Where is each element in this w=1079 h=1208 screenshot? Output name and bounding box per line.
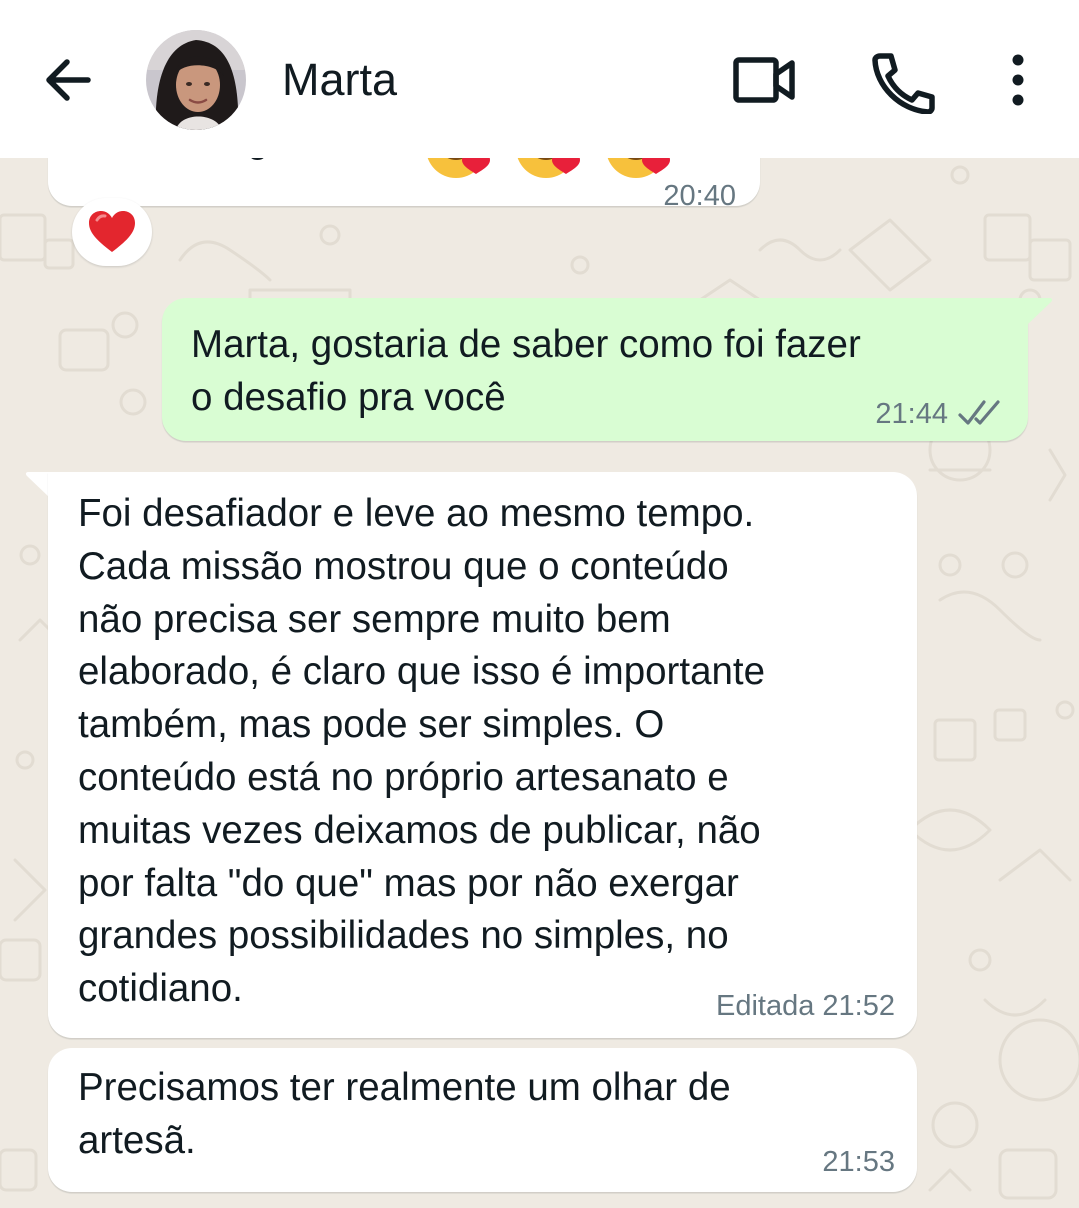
message-time: 20:40 xyxy=(663,180,736,212)
chat-header: Marta xyxy=(0,0,1079,158)
message-text: Marta, gostaria de saber como foi fazer … xyxy=(191,323,861,419)
reaction-badge[interactable] xyxy=(72,198,152,266)
voice-call-button[interactable] xyxy=(862,46,938,114)
message-bubble-outgoing[interactable]: Marta, gostaria de saber como foi fazer … xyxy=(162,298,1028,441)
message-time: 21:44 xyxy=(875,398,948,430)
video-call-button[interactable] xyxy=(726,50,802,110)
contact-name[interactable]: Marta xyxy=(282,52,397,108)
back-button[interactable] xyxy=(38,50,98,110)
bubble-tail xyxy=(1024,298,1053,324)
arrow-back-icon xyxy=(46,59,91,101)
message-meta: Editada 21:52 xyxy=(716,988,895,1024)
more-options-button[interactable] xyxy=(996,46,1040,114)
message-time: 21:53 xyxy=(822,1146,895,1178)
message-list[interactable]: Muito obrigada!!! 20:40 xyxy=(0,158,1079,1208)
message-text: Foi desafiador e leve ao mesmo tempo. Ca… xyxy=(78,492,766,1011)
smiling-face-with-hearts-emoji xyxy=(427,158,670,178)
message-bubble-incoming[interactable]: Foi desafiador e leve ao mesmo tempo. Ca… xyxy=(48,472,917,1038)
double-check-read-icon xyxy=(958,400,1000,425)
message-text: Precisamos ter realmente um olhar de art… xyxy=(78,1066,731,1162)
message-bubble-incoming[interactable]: Precisamos ter realmente um olhar de art… xyxy=(48,1048,917,1192)
message-bubble-incoming[interactable]: Muito obrigada!!! 20:40 xyxy=(48,158,760,212)
edited-label: Editada xyxy=(716,990,815,1022)
red-heart-icon xyxy=(89,211,135,252)
more-vert-icon xyxy=(1012,54,1024,106)
phone-icon xyxy=(872,53,935,114)
video-call-icon xyxy=(733,57,795,103)
message-time: 21:52 xyxy=(822,990,895,1022)
avatar[interactable] xyxy=(146,30,246,130)
message-text: Muito obrigada!!! xyxy=(78,158,365,167)
